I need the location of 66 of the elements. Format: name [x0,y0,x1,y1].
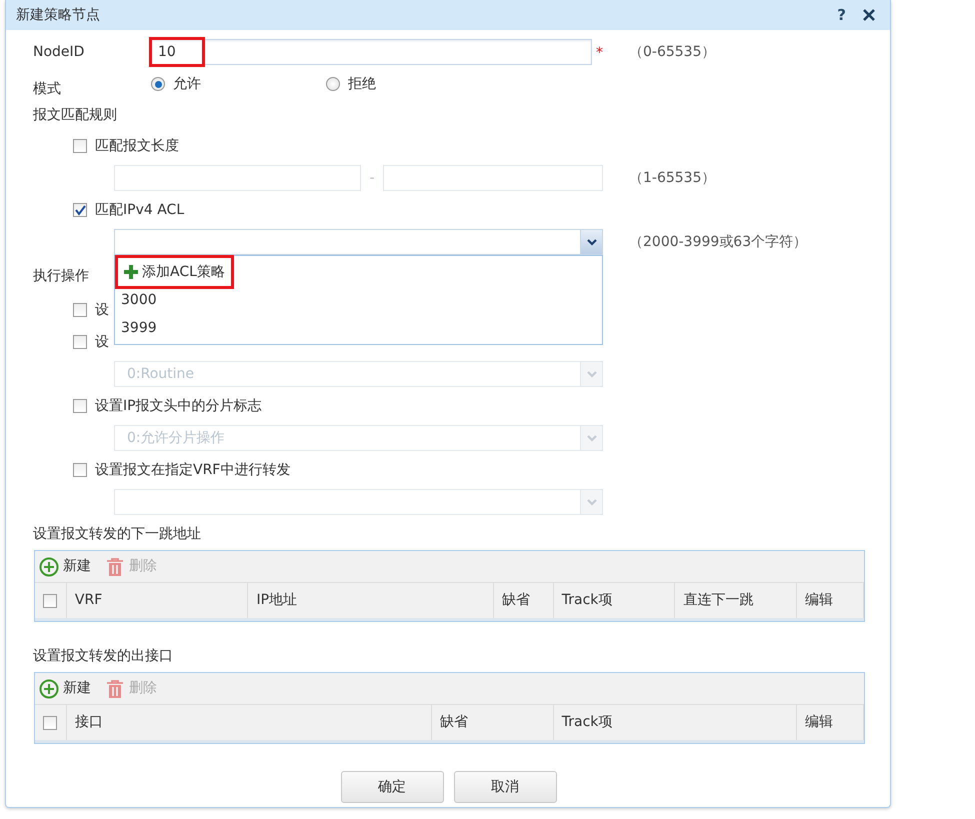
column-header: 编辑 [797,705,864,740]
check-icon [74,204,86,216]
dialog-title: 新建策略节点 [16,6,100,24]
required-mark: * [596,44,603,63]
section-label: 执行操作 [33,266,89,286]
column-header: IP地址 [248,583,494,618]
checkbox-label: 设 [95,332,109,352]
checkbox[interactable] [73,399,87,413]
range-separator: - [368,168,376,188]
chevron-down-icon [586,497,598,507]
add-button[interactable]: 新建 [39,556,91,577]
select-value: 0:Routine [126,364,196,384]
checkbox[interactable] [73,203,87,217]
ok-button[interactable]: 确定 [340,771,444,803]
option-label: 拒绝 [348,74,376,94]
checkbox-label: 设置IP报文头中的分片标志 [95,396,262,416]
plus-icon [124,265,138,279]
select-all-checkbox[interactable] [43,716,58,730]
radio-button[interactable] [326,77,340,91]
field-label: NodeID [33,42,86,62]
range-start-field[interactable] [114,165,361,191]
close-icon [862,8,876,22]
column-header: VRF [66,583,248,618]
column-header: 缺省 [494,583,554,618]
dropdown-item[interactable]: 添加ACL策略 [118,258,231,286]
node-id-field[interactable]: 10 [151,39,592,65]
checkbox[interactable] [73,303,87,317]
plus-circle-icon [39,556,59,576]
column-header: 直连下一跳 [675,583,798,618]
plus-circle-icon [39,678,59,698]
option-label: 允许 [173,74,201,94]
help-button[interactable]: ? [833,8,850,22]
range-hint: （1-65535） [629,168,716,188]
checkbox[interactable] [73,463,87,477]
trash-icon [105,678,125,698]
select-value: 0:允许分片操作 [126,428,226,448]
field-label: 模式 [33,80,62,99]
trash-icon [105,556,125,576]
chevron-down-icon [586,237,598,247]
section-label: 设置报文转发的出接口 [33,646,173,666]
checkbox-label: 匹配报文长度 [95,136,179,156]
checkbox[interactable] [73,139,87,153]
checkbox-label: 匹配IPv4 ACL [95,200,184,220]
chevron-down-icon [586,433,598,443]
column-header: 缺省 [432,705,554,740]
cancel-button[interactable]: 取消 [454,771,556,803]
checkbox-label: 设 [95,300,109,320]
dropdown-item[interactable]: 3000 [115,286,163,314]
column-header: 接口 [66,705,432,740]
checkbox[interactable] [73,335,87,349]
add-button[interactable]: 新建 [39,678,91,699]
dropdown-button[interactable] [580,230,602,254]
range-end-field[interactable] [383,165,603,191]
section-label: 报文匹配规则 [33,106,117,124]
column-header: Track项 [554,705,798,740]
column-header: Track项 [554,583,676,618]
range-hint: （2000-3999或63个字符） [629,232,808,252]
field-value: 10 [152,40,202,64]
chevron-down-icon [586,369,598,379]
radio-button[interactable] [151,77,165,91]
dropdown-item[interactable]: 3999 [115,314,163,342]
section-label: 设置报文转发的下一跳地址 [33,524,201,544]
checkbox-label: 设置报文在指定VRF中进行转发 [95,460,290,480]
column-header: 编辑 [797,583,864,618]
select-all-checkbox[interactable] [43,594,58,608]
range-hint: （0-65535） [629,42,716,62]
